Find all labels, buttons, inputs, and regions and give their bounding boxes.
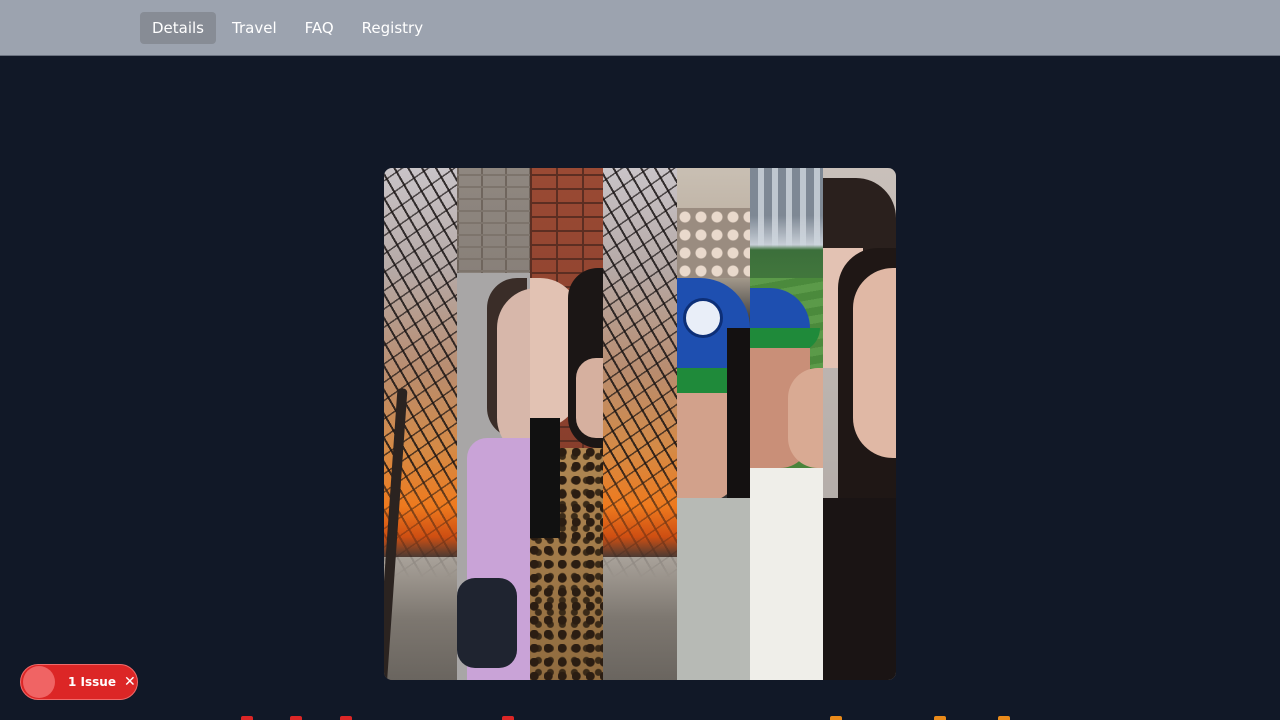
photo-collage — [384, 168, 896, 680]
decorative-mark — [241, 716, 253, 720]
nav-item-faq[interactable]: FAQ — [293, 12, 346, 44]
photo-strip-baseball-field-selfie — [749, 168, 823, 680]
decorative-mark — [340, 716, 352, 720]
top — [822, 498, 896, 680]
issues-badge[interactable]: 1 Issue ✕ — [20, 664, 138, 700]
photo-strip-stadium-blue-cap-selfie — [676, 168, 750, 680]
photo-strip-red-brick-leopard-coat — [530, 168, 604, 680]
close-icon[interactable]: ✕ — [124, 674, 136, 690]
hoodie — [676, 498, 750, 680]
nav-item-registry[interactable]: Registry — [350, 12, 435, 44]
city-skyline — [749, 168, 823, 248]
bag — [457, 578, 518, 668]
photo-strip-sunset-trees — [603, 168, 677, 680]
issue-indicator-icon[interactable] — [23, 666, 55, 698]
cap-logo — [682, 298, 723, 338]
jacket — [530, 418, 561, 538]
top-navigation: Details Travel FAQ Registry — [0, 0, 1280, 56]
decorative-mark — [830, 716, 842, 720]
decorative-mark — [934, 716, 946, 720]
nav-item-travel[interactable]: Travel — [220, 12, 289, 44]
crowd — [676, 208, 750, 278]
nav-item-details[interactable]: Details — [140, 12, 217, 44]
face — [497, 288, 531, 458]
nav-list: Details Travel FAQ Registry — [140, 12, 435, 44]
photo-strip-sunset-trees — [384, 168, 458, 680]
tree-branches — [603, 168, 677, 680]
decorative-marks — [0, 716, 1280, 720]
face — [787, 368, 823, 468]
photo-strip-brick-wall-portrait — [457, 168, 531, 680]
issues-count-label[interactable]: 1 Issue — [68, 675, 116, 689]
face — [852, 268, 896, 458]
decorative-mark — [502, 716, 514, 720]
face — [576, 358, 604, 438]
shirt — [749, 468, 823, 680]
decorative-mark — [290, 716, 302, 720]
decorative-mark — [998, 716, 1010, 720]
photo-strip-couple-closeup — [822, 168, 896, 680]
